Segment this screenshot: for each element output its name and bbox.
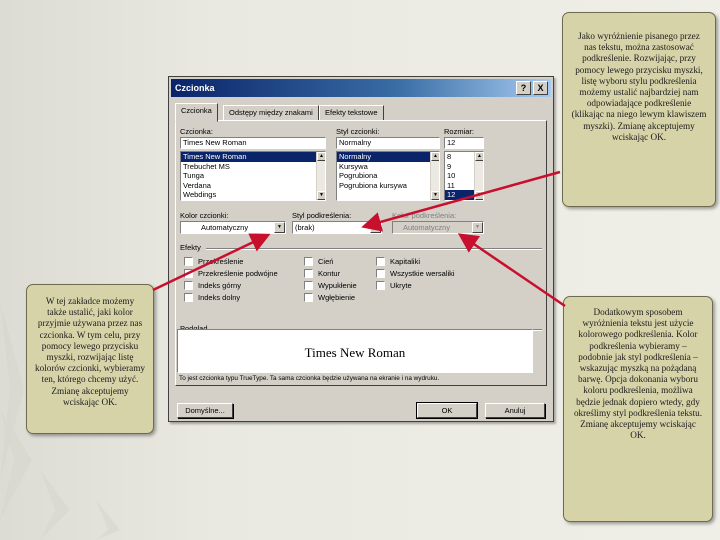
font-color-select[interactable]: Automatyczny ▼ xyxy=(180,221,286,234)
chevron-down-icon[interactable]: ▼ xyxy=(274,222,285,233)
callout-font-color: W tej zakładce możemy także ustalić, jak… xyxy=(26,284,154,434)
emboss-label: Wypukłenie xyxy=(318,281,357,290)
tab-character-spacing[interactable]: Odstępy między znakami xyxy=(223,105,319,121)
chevron-down-icon[interactable]: ▼ xyxy=(472,222,483,233)
strikethrough-checkbox[interactable] xyxy=(184,257,193,266)
shadow-label: Cień xyxy=(318,257,334,266)
truetype-note: To jest czcionka typu TrueType. Ta sama … xyxy=(179,375,440,382)
all-caps-label: Wszystkie wersaliki xyxy=(390,269,455,278)
double-strikethrough-label: Przekreślenie podwójne xyxy=(198,269,278,278)
font-size-label: Rozmiar: xyxy=(444,127,475,136)
small-caps-checkbox[interactable] xyxy=(376,257,385,266)
close-button[interactable]: X xyxy=(533,81,548,95)
outline-label: Kontur xyxy=(318,269,341,278)
default-button[interactable]: Domyślne... xyxy=(177,403,233,418)
font-list[interactable]: Times New Roman Trebuchet MS Tunga Verda… xyxy=(180,151,326,201)
superscript-label: Indeks górny xyxy=(198,281,241,290)
underline-color-label: Kolor podkreślenia: xyxy=(392,211,457,220)
font-dialog: Czcionka ? X Czcionka Odstępy między zna… xyxy=(168,76,554,422)
font-style-item[interactable]: Normalny xyxy=(337,152,439,162)
font-color-label: Kolor czcionki: xyxy=(180,211,229,220)
callout-underline-color: Dodatkowym sposobem wyróżnienia tekstu j… xyxy=(563,296,713,522)
callout-underline-style: Jako wyróżnienie pisanego przez nas teks… xyxy=(562,12,716,207)
tab-font[interactable]: Czcionka xyxy=(175,103,218,122)
font-style-item[interactable]: Pogrubiona xyxy=(337,171,439,181)
font-color-value: Automatyczny xyxy=(201,223,249,232)
chevron-down-icon[interactable]: ▼ xyxy=(370,222,381,233)
scroll-up-icon[interactable]: ▲ xyxy=(431,152,439,161)
shadow-checkbox[interactable] xyxy=(304,257,313,266)
font-list-item[interactable]: Tunga xyxy=(181,171,325,181)
superscript-checkbox[interactable] xyxy=(184,281,193,290)
double-strikethrough-checkbox[interactable] xyxy=(184,269,193,278)
font-size-scrollbar[interactable]: ▲ ▼ xyxy=(474,152,483,200)
scroll-down-icon[interactable]: ▼ xyxy=(475,191,483,200)
small-caps-label: Kapitaliki xyxy=(390,257,421,266)
cancel-button[interactable]: Anuluj xyxy=(485,403,545,418)
font-style-item[interactable]: Kursywa xyxy=(337,162,439,172)
hidden-label: Ukryte xyxy=(390,281,412,290)
dialog-titlebar: Czcionka ? X xyxy=(171,79,551,97)
effects-divider xyxy=(206,248,542,250)
font-list-scrollbar[interactable]: ▲ ▼ xyxy=(316,152,325,200)
scroll-down-icon[interactable]: ▼ xyxy=(317,191,325,200)
strikethrough-label: Przekreślenie xyxy=(198,257,244,266)
preview-text: Times New Roman xyxy=(304,345,406,360)
font-name-input[interactable]: Times New Roman xyxy=(180,137,326,149)
engrave-label: Wgłębienie xyxy=(318,293,356,302)
font-style-scrollbar[interactable]: ▲ ▼ xyxy=(430,152,439,200)
subscript-checkbox[interactable] xyxy=(184,293,193,302)
engrave-checkbox[interactable] xyxy=(304,293,313,302)
preview-box: Times New Roman xyxy=(177,329,533,373)
underline-color-value: Automatyczny xyxy=(403,223,451,232)
dialog-title: Czcionka xyxy=(175,83,215,93)
ok-button[interactable]: OK xyxy=(416,402,478,419)
all-caps-checkbox[interactable] xyxy=(376,269,385,278)
underline-style-select[interactable]: (brak) ▼ xyxy=(292,221,382,234)
font-list-item[interactable]: Trebuchet MS xyxy=(181,162,325,172)
underline-style-value: (brak) xyxy=(295,223,315,232)
font-style-item[interactable]: Pogrubiona kursywa xyxy=(337,181,439,191)
scroll-up-icon[interactable]: ▲ xyxy=(475,152,483,161)
font-size-input[interactable]: 12 xyxy=(444,137,484,149)
font-list-item[interactable]: Times New Roman xyxy=(181,152,325,162)
subscript-label: Indeks dolny xyxy=(198,293,241,302)
hidden-checkbox[interactable] xyxy=(376,281,385,290)
outline-checkbox[interactable] xyxy=(304,269,313,278)
font-size-list[interactable]: 8 9 10 11 12 ▲ ▼ xyxy=(444,151,484,201)
tab-text-effects[interactable]: Efekty tekstowe xyxy=(319,105,384,121)
underline-style-label: Styl podkreślenia: xyxy=(292,211,352,220)
underline-color-select[interactable]: Automatyczny ▼ xyxy=(392,221,484,234)
help-button[interactable]: ? xyxy=(516,81,531,95)
font-style-label: Styl czcionki: xyxy=(336,127,380,136)
scroll-down-icon[interactable]: ▼ xyxy=(431,191,439,200)
font-label: Czcionka: xyxy=(180,127,213,136)
font-style-input[interactable]: Normalny xyxy=(336,137,440,149)
scroll-up-icon[interactable]: ▲ xyxy=(317,152,325,161)
font-list-item[interactable]: Verdana xyxy=(181,181,325,191)
font-list-item[interactable]: Webdings xyxy=(181,190,325,200)
effects-label: Efekty xyxy=(180,243,201,252)
emboss-checkbox[interactable] xyxy=(304,281,313,290)
font-style-list[interactable]: Normalny Kursywa Pogrubiona Pogrubiona k… xyxy=(336,151,440,201)
